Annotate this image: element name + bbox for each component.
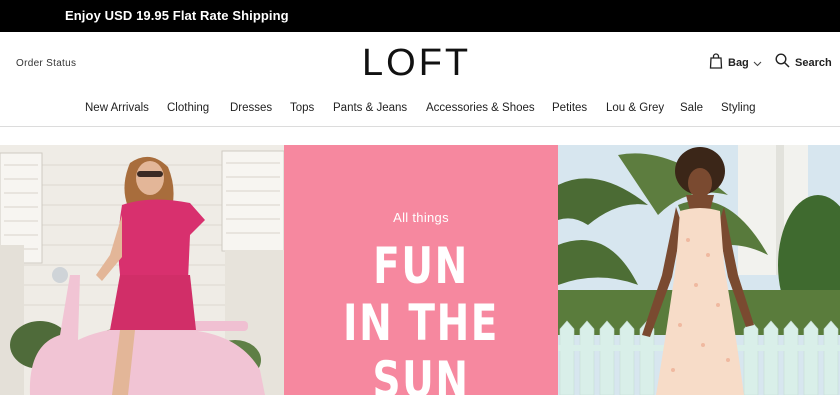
main-nav: New Arrivals Clothing Dresses Tops Pants…: [0, 102, 840, 118]
hero-headline-line-2: IN THE: [343, 294, 499, 352]
hero-image-left[interactable]: [0, 145, 284, 395]
bag-label: Bag: [728, 57, 749, 69]
nav-item-new-arrivals[interactable]: New Arrivals: [85, 102, 149, 114]
hero-promo-panel[interactable]: All things FUN IN THE SUN: [284, 145, 558, 395]
bag-icon: [709, 52, 723, 74]
nav-item-accessories-shoes[interactable]: Accessories & Shoes: [426, 102, 535, 114]
bag-button[interactable]: Bag: [709, 52, 762, 74]
nav-item-dresses[interactable]: Dresses: [230, 102, 272, 114]
hero-headline-line-3: SUN: [372, 351, 470, 395]
promo-text[interactable]: Enjoy USD 19.95 Flat Rate Shipping: [65, 8, 289, 23]
chevron-down-icon: [753, 54, 762, 72]
nav-item-lou-grey[interactable]: Lou & Grey: [606, 102, 664, 114]
nav-item-clothing[interactable]: Clothing: [167, 102, 209, 114]
nav-item-pants-jeans[interactable]: Pants & Jeans: [333, 102, 407, 114]
nav-item-styling[interactable]: Styling: [721, 102, 756, 114]
nav-item-sale[interactable]: Sale: [680, 102, 703, 114]
nav-item-tops[interactable]: Tops: [290, 102, 314, 114]
search-icon: [775, 53, 790, 73]
promo-bar: Enjoy USD 19.95 Flat Rate Shipping: [0, 0, 840, 32]
order-status-link[interactable]: Order Status: [16, 58, 76, 69]
nav-item-petites[interactable]: Petites: [552, 102, 587, 114]
search-button[interactable]: Search: [775, 53, 832, 73]
hero-eyebrow: All things: [393, 210, 449, 225]
hero-banner[interactable]: All things FUN IN THE SUN: [0, 145, 840, 395]
hero-image-right[interactable]: [558, 145, 840, 395]
hero-headline-line-1: FUN: [373, 237, 469, 295]
search-label: Search: [795, 57, 832, 69]
site-header: Order Status LOFT Bag Search New Arrival…: [0, 32, 840, 127]
site-logo[interactable]: LOFT: [362, 42, 471, 84]
